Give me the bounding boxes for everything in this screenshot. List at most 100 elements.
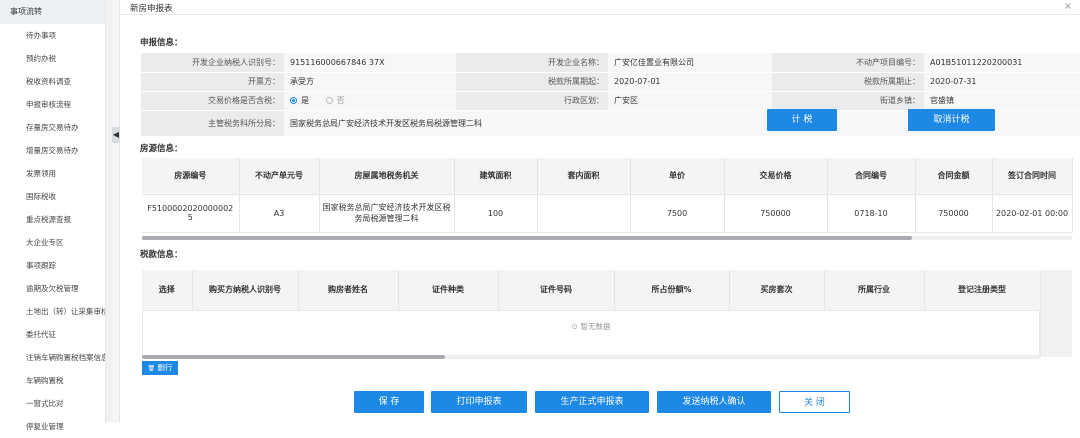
trash-icon: 🗑 bbox=[147, 365, 156, 372]
radio-no[interactable] bbox=[325, 97, 333, 104]
table-cell: 2020-02-01 00:00 bbox=[992, 194, 1073, 233]
tax-included-radio-group: 是 否 bbox=[284, 91, 456, 111]
house-column-header[interactable]: 房源编号 bbox=[142, 158, 240, 195]
house-section-title: 房源信息： bbox=[140, 144, 183, 154]
house-column-header[interactable]: 单价 bbox=[630, 158, 725, 195]
sidebar: 事项流转 待办事项 预约办税 税收资料调查 申报审核流程 存量房交易待办 增量房交易待办发… bbox=[0, 0, 106, 431]
collapse-arrow-icon[interactable]: ◀ bbox=[112, 127, 120, 143]
empty-icon: ⊙ bbox=[571, 322, 578, 331]
sidebar-item[interactable]: 申报审核流程 bbox=[0, 93, 105, 116]
house-column-header[interactable]: 签订合同时间 bbox=[992, 158, 1073, 195]
issuer-value: 承受方 bbox=[284, 72, 456, 92]
tax-table: 选择 购买方纳税人识别号 购房者姓名 证件种类 证件号码 所占份额% 买房套次 所属行业 登记注… bbox=[142, 270, 1041, 311]
tax-office-label: 主管税务科所分局： bbox=[141, 110, 284, 137]
street-label: 街道乡镇： bbox=[772, 91, 924, 111]
district-label: 行政区划： bbox=[456, 91, 608, 111]
sidebar-collapse-bar: ◀ bbox=[112, 0, 120, 422]
sidebar-item[interactable]: 土地出（转）让采集审核 bbox=[0, 300, 105, 323]
tax-column-header[interactable]: 购买方纳税人识别号 bbox=[192, 270, 299, 311]
sidebar-item[interactable]: 停复业管理 bbox=[0, 415, 105, 438]
table-cell: 7500 bbox=[630, 194, 725, 233]
tax-column-header[interactable]: 选择 bbox=[142, 270, 193, 311]
street-value: 官盛镇 bbox=[924, 91, 1080, 111]
tax-column-header[interactable]: 证件种类 bbox=[398, 270, 499, 311]
dialog: 新房申报表 × 申报信息： 开发企业纳税人识别号： 91511600066784… bbox=[120, 0, 1080, 422]
house-table-body: F5100002020000002 5 A3 国家税务总局广安经济技术开发区税务局税… bbox=[142, 194, 1073, 233]
declare-row: 开发企业纳税人识别号： 915116000667846 37X 开发企业名称： … bbox=[141, 53, 1080, 73]
table-cell: A3 bbox=[239, 194, 320, 233]
table-cell bbox=[537, 194, 631, 233]
project-number-value: A01B51011220200031 bbox=[924, 53, 1080, 73]
issuer-label: 开票方： bbox=[141, 72, 284, 92]
sidebar-header[interactable]: 事项流转 bbox=[0, 0, 105, 24]
dialog-title-bar: 新房申报表 × bbox=[120, 0, 1080, 15]
tax-section-title: 税款信息： bbox=[140, 250, 183, 260]
tax-table-scroll-thumb[interactable] bbox=[142, 355, 445, 359]
tax-column-header[interactable]: 证件号码 bbox=[498, 270, 615, 311]
house-column-header[interactable]: 建筑面积 bbox=[454, 158, 538, 195]
tax-table-header: 选择 购买方纳税人识别号 购房者姓名 证件种类 证件号码 所占份额% 买房套次 所属行业 登记注… bbox=[142, 270, 1041, 311]
radio-no-label[interactable]: 否 bbox=[337, 96, 345, 105]
sidebar-item[interactable]: 注销车辆购置税档案信息 bbox=[0, 346, 105, 369]
sidebar-item[interactable]: 存量房交易待办 bbox=[0, 116, 105, 139]
sidebar-item[interactable]: 国际税收 bbox=[0, 185, 105, 208]
print-button[interactable]: 打印申报表 bbox=[431, 391, 527, 413]
house-column-header[interactable]: 房屋属地税务机关 bbox=[319, 158, 455, 195]
table-cell: 750000 bbox=[915, 194, 993, 233]
period-start-label: 税款所属期起： bbox=[456, 72, 608, 92]
sidebar-item[interactable]: 发票领用 bbox=[0, 162, 105, 185]
period-start-value: 2020-07-01 bbox=[608, 72, 772, 92]
tax-included-label: 交易价格是否含税： bbox=[141, 91, 284, 111]
house-column-header[interactable]: 套内面积 bbox=[537, 158, 631, 195]
table-row[interactable]: F5100002020000002 5 A3 国家税务总局广安经济技术开发区税务局税… bbox=[142, 194, 1073, 233]
tax-column-header[interactable]: 买房套次 bbox=[729, 270, 825, 311]
tax-column-header[interactable]: 所属行业 bbox=[824, 270, 925, 311]
sidebar-item[interactable]: 预约办税 bbox=[0, 47, 105, 70]
house-column-header[interactable]: 交易价格 bbox=[724, 158, 828, 195]
tax-column-header[interactable]: 登记注册类型 bbox=[924, 270, 1041, 311]
close-icon[interactable]: × bbox=[1064, 1, 1072, 12]
table-cell: 750000 bbox=[724, 194, 828, 233]
delete-row-label: 删行 bbox=[157, 363, 173, 372]
sidebar-item[interactable]: 车辆购置税 bbox=[0, 369, 105, 392]
table-cell: 100 bbox=[454, 194, 538, 233]
tax-column-header[interactable]: 所占份额% bbox=[614, 270, 730, 311]
sidebar-item[interactable]: 增量房交易待办 bbox=[0, 139, 105, 162]
tax-table-empty: ⊙ 暂无数据 bbox=[142, 310, 1040, 357]
radio-yes[interactable] bbox=[290, 97, 297, 104]
radio-yes-label[interactable]: 是 bbox=[301, 96, 309, 105]
house-column-header[interactable]: 合同金额 bbox=[915, 158, 993, 195]
send-confirm-button[interactable]: 发送纳税人确认 bbox=[657, 391, 771, 413]
tax-table-vscrollbar[interactable] bbox=[1040, 270, 1072, 357]
generate-button[interactable]: 生产正式申报表 bbox=[535, 391, 649, 413]
cancel-calc-tax-button[interactable]: 取消计税 bbox=[908, 109, 995, 131]
sidebar-item[interactable]: 逾期及欠税管理 bbox=[0, 277, 105, 300]
save-button[interactable]: 保 存 bbox=[354, 391, 424, 413]
sidebar-item[interactable]: 一窗式比对 bbox=[0, 392, 105, 415]
tax-column-header[interactable]: 购房者姓名 bbox=[298, 270, 399, 311]
house-table: 房源编号 不动产单元号 房屋属地税务机关 建筑面积 套内面积 单价 交易价格 合同编号 合同金额… bbox=[142, 158, 1073, 233]
sidebar-item[interactable]: 事项跟踪 bbox=[0, 254, 105, 277]
table-cell: F5100002020000002 5 bbox=[142, 194, 240, 233]
empty-text: 暂无数据 bbox=[580, 322, 611, 331]
sidebar-item[interactable]: 大企业专区 bbox=[0, 231, 105, 254]
dialog-title: 新房申报表 bbox=[130, 4, 173, 14]
period-end-value: 2020-07-31 bbox=[924, 72, 1080, 92]
sidebar-item[interactable]: 重点税源查报 bbox=[0, 208, 105, 231]
sidebar-item[interactable]: 待办事项 bbox=[0, 24, 105, 47]
sidebar-menu: 待办事项 预约办税 税收资料调查 申报审核流程 存量房交易待办 增量房交易待办 发票领用 国际… bbox=[0, 24, 105, 438]
table-cell: 0718-10 bbox=[827, 194, 916, 233]
period-end-label: 税款所属期止： bbox=[772, 72, 924, 92]
delete-row-button[interactable]: 🗑 删行 bbox=[142, 361, 178, 375]
company-name-label: 开发企业名称： bbox=[456, 53, 608, 73]
house-column-header[interactable]: 不动产单元号 bbox=[239, 158, 320, 195]
declare-row: 交易价格是否含税： 是 否 行政区划： 广安区 街道乡镇： 官盛镇 bbox=[141, 91, 1080, 111]
sidebar-item[interactable]: 税收资料调查 bbox=[0, 70, 105, 93]
house-table-scroll-thumb[interactable] bbox=[142, 236, 912, 240]
sidebar-item[interactable]: 委托代征 bbox=[0, 323, 105, 346]
declare-row: 开票方： 承受方 税款所属期起： 2020-07-01 税款所属期止： 2020… bbox=[141, 72, 1080, 92]
close-button[interactable]: 关 闭 bbox=[779, 391, 850, 413]
house-column-header[interactable]: 合同编号 bbox=[827, 158, 916, 195]
house-table-header: 房源编号 不动产单元号 房屋属地税务机关 建筑面积 套内面积 单价 交易价格 合同编号 合同金额… bbox=[142, 158, 1073, 195]
calc-tax-button[interactable]: 计 税 bbox=[767, 109, 837, 131]
